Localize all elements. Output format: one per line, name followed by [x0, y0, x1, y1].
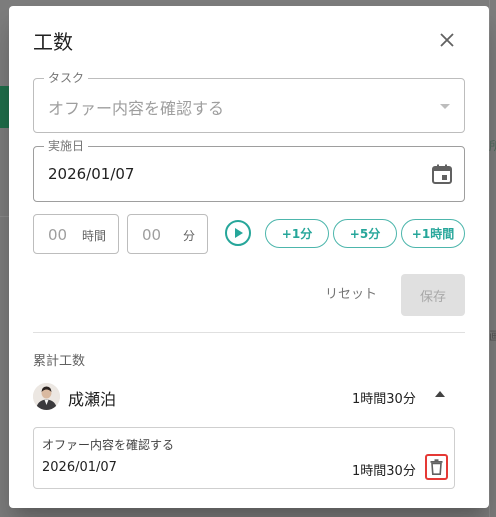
- worklog-dialog: 工数 タスク オファー内容を確認する 実施日 2026/01/07 00 時間 …: [9, 6, 489, 508]
- hours-input[interactable]: 00 時間: [33, 214, 119, 254]
- hours-value: 00: [48, 226, 68, 244]
- background-divider: [0, 216, 9, 217]
- reset-button[interactable]: リセット: [325, 283, 377, 302]
- date-field[interactable]: 実施日 2026/01/07: [33, 139, 465, 202]
- user-name: 成瀬泊: [68, 390, 117, 409]
- minutes-input[interactable]: 00 分: [127, 214, 208, 254]
- delete-entry-button[interactable]: [425, 454, 448, 480]
- task-label: タスク: [44, 71, 89, 85]
- entry-date: 2026/01/07: [42, 460, 117, 475]
- add-1-minute-chip[interactable]: +1分: [265, 219, 329, 248]
- list-item: オファー内容を確認する 2026/01/07 1時間30分: [33, 427, 455, 489]
- section-divider: [33, 332, 465, 333]
- user-total-time: 1時間30分: [352, 392, 416, 407]
- summary-title: 累計工数: [33, 354, 86, 369]
- background-text: 画: [489, 329, 496, 343]
- entry-task: オファー内容を確認する: [42, 438, 175, 452]
- start-timer-button[interactable]: [225, 220, 251, 246]
- date-value: 2026/01/07: [48, 165, 135, 183]
- hours-unit: 時間: [81, 229, 106, 243]
- background-nav-accent: [0, 86, 9, 128]
- entry-time: 1時間30分: [352, 464, 416, 479]
- dialog-title: 工数: [33, 30, 73, 54]
- date-label: 実施日: [44, 139, 89, 153]
- close-button[interactable]: [433, 26, 461, 54]
- task-select[interactable]: タスク オファー内容を確認する: [33, 71, 465, 133]
- avatar: [33, 383, 60, 410]
- add-5-minutes-chip[interactable]: +5分: [333, 219, 397, 248]
- calendar-icon[interactable]: [430, 162, 454, 186]
- minutes-unit: 分: [182, 229, 195, 243]
- save-button[interactable]: 保存: [401, 274, 465, 316]
- background-divider: [489, 0, 490, 517]
- dropdown-arrow-icon: [440, 104, 450, 109]
- close-icon: [440, 33, 454, 47]
- task-value: オファー内容を確認する: [48, 99, 225, 118]
- background-text: 所: [489, 139, 496, 153]
- add-1-hour-chip[interactable]: +1時間: [401, 219, 465, 248]
- trash-icon: [430, 459, 443, 475]
- minutes-value: 00: [142, 226, 162, 244]
- avatar-image: [33, 383, 60, 410]
- expand-less-icon[interactable]: [435, 391, 445, 397]
- play-icon: [235, 228, 243, 238]
